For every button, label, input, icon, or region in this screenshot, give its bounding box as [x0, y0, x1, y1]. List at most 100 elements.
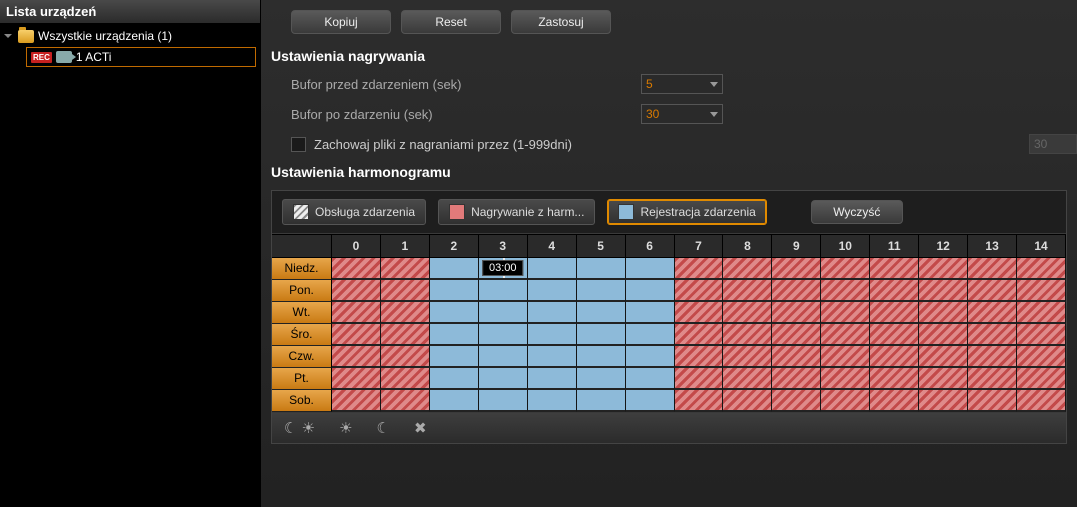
- schedule-cell[interactable]: [430, 346, 479, 368]
- schedule-cell[interactable]: [821, 390, 870, 412]
- schedule-cell[interactable]: [479, 280, 528, 302]
- mode-sched-record-button[interactable]: Nagrywanie z harm...: [438, 199, 595, 225]
- schedule-cell[interactable]: [919, 368, 968, 390]
- schedule-cell[interactable]: [675, 346, 724, 368]
- schedule-cell[interactable]: [723, 280, 772, 302]
- schedule-cell[interactable]: [968, 346, 1017, 368]
- schedule-cell[interactable]: [626, 324, 675, 346]
- sun-icon[interactable]: ☀: [339, 419, 352, 437]
- schedule-cell[interactable]: [772, 302, 821, 324]
- schedule-cell[interactable]: [919, 258, 968, 280]
- schedule-cell[interactable]: [626, 390, 675, 412]
- schedule-cell[interactable]: [626, 368, 675, 390]
- schedule-cell[interactable]: [430, 302, 479, 324]
- schedule-cell[interactable]: [968, 368, 1017, 390]
- schedule-cell[interactable]: [919, 324, 968, 346]
- schedule-cell[interactable]: [577, 368, 626, 390]
- post-buffer-select[interactable]: 30: [641, 104, 723, 124]
- schedule-grid[interactable]: 01234567891011121314Niedz.03:00Pon.Wt.Śr…: [272, 234, 1066, 412]
- schedule-cell[interactable]: [381, 280, 430, 302]
- schedule-cell[interactable]: [821, 368, 870, 390]
- schedule-cell[interactable]: [870, 346, 919, 368]
- schedule-cell[interactable]: [675, 368, 724, 390]
- schedule-cell[interactable]: [723, 258, 772, 280]
- schedule-cell[interactable]: [577, 324, 626, 346]
- schedule-cell[interactable]: [332, 346, 381, 368]
- tree-root[interactable]: Wszystkie urządzenia (1): [4, 29, 256, 43]
- schedule-cell[interactable]: [528, 368, 577, 390]
- schedule-cell[interactable]: [381, 258, 430, 280]
- schedule-cell[interactable]: [675, 258, 724, 280]
- schedule-cell[interactable]: [528, 346, 577, 368]
- day-night-icon[interactable]: ☾ ☀: [284, 419, 315, 437]
- schedule-cell[interactable]: [968, 390, 1017, 412]
- schedule-cell[interactable]: [430, 258, 479, 280]
- schedule-cell[interactable]: [675, 280, 724, 302]
- schedule-cell[interactable]: [332, 280, 381, 302]
- schedule-cell[interactable]: [968, 258, 1017, 280]
- schedule-cell[interactable]: [723, 302, 772, 324]
- schedule-cell[interactable]: [528, 324, 577, 346]
- schedule-cell[interactable]: [528, 280, 577, 302]
- schedule-cell[interactable]: [528, 302, 577, 324]
- schedule-cell[interactable]: [968, 302, 1017, 324]
- schedule-cell[interactable]: [430, 390, 479, 412]
- schedule-cell[interactable]: [381, 302, 430, 324]
- schedule-cell[interactable]: [626, 280, 675, 302]
- copy-button[interactable]: Kopiuj: [291, 10, 391, 34]
- schedule-cell[interactable]: [1017, 390, 1066, 412]
- schedule-cell[interactable]: [723, 346, 772, 368]
- schedule-cell[interactable]: [1017, 280, 1066, 302]
- schedule-cell[interactable]: [479, 346, 528, 368]
- schedule-cell[interactable]: [430, 324, 479, 346]
- schedule-cell[interactable]: [332, 258, 381, 280]
- schedule-cell[interactable]: [870, 390, 919, 412]
- x-icon[interactable]: ✖: [414, 419, 427, 437]
- schedule-cell[interactable]: [772, 390, 821, 412]
- schedule-cell[interactable]: [821, 346, 870, 368]
- schedule-cell[interactable]: [870, 368, 919, 390]
- schedule-cell[interactable]: [772, 280, 821, 302]
- schedule-cell[interactable]: [479, 324, 528, 346]
- schedule-cell[interactable]: [675, 390, 724, 412]
- schedule-cell[interactable]: [430, 368, 479, 390]
- schedule-cell[interactable]: [528, 390, 577, 412]
- clear-button[interactable]: Wyczyść: [811, 200, 903, 224]
- schedule-cell[interactable]: [479, 390, 528, 412]
- tree-leaf-selected[interactable]: REC 1 ACTi: [26, 47, 256, 67]
- schedule-cell[interactable]: [772, 324, 821, 346]
- schedule-cell[interactable]: [332, 390, 381, 412]
- schedule-cell[interactable]: [577, 302, 626, 324]
- schedule-cell[interactable]: [332, 324, 381, 346]
- schedule-cell[interactable]: [675, 324, 724, 346]
- schedule-cell[interactable]: [821, 324, 870, 346]
- schedule-cell[interactable]: [772, 258, 821, 280]
- schedule-cell[interactable]: [479, 302, 528, 324]
- schedule-cell[interactable]: [332, 368, 381, 390]
- schedule-cell[interactable]: [1017, 302, 1066, 324]
- schedule-cell[interactable]: [381, 390, 430, 412]
- schedule-cell[interactable]: [528, 258, 577, 280]
- schedule-cell[interactable]: [772, 368, 821, 390]
- schedule-cell[interactable]: [723, 324, 772, 346]
- schedule-cell[interactable]: [870, 280, 919, 302]
- schedule-cell[interactable]: [577, 258, 626, 280]
- schedule-cell[interactable]: [381, 368, 430, 390]
- apply-button[interactable]: Zastosuj: [511, 10, 611, 34]
- schedule-cell[interactable]: [381, 324, 430, 346]
- schedule-cell[interactable]: [1017, 346, 1066, 368]
- mode-event-handling-button[interactable]: Obsługa zdarzenia: [282, 199, 426, 225]
- schedule-cell[interactable]: [479, 368, 528, 390]
- schedule-cell[interactable]: [1017, 368, 1066, 390]
- schedule-cell[interactable]: [430, 280, 479, 302]
- moon-icon[interactable]: ☾: [377, 419, 390, 437]
- schedule-cell[interactable]: [577, 280, 626, 302]
- schedule-cell[interactable]: [968, 280, 1017, 302]
- keep-files-checkbox[interactable]: [291, 137, 306, 152]
- schedule-cell[interactable]: [821, 258, 870, 280]
- schedule-cell[interactable]: [919, 302, 968, 324]
- schedule-cell[interactable]: [821, 280, 870, 302]
- schedule-cell[interactable]: [919, 280, 968, 302]
- schedule-cell[interactable]: [675, 302, 724, 324]
- schedule-cell[interactable]: [772, 346, 821, 368]
